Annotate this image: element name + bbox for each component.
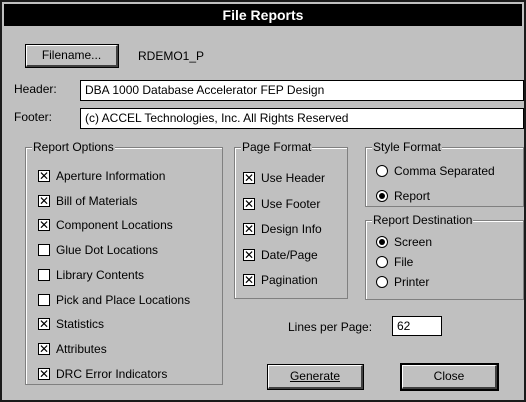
page-format-label[interactable]: Date/Page — [261, 248, 318, 262]
page-format-checkbox[interactable] — [243, 170, 255, 186]
page-format-label[interactable]: Use Footer — [261, 197, 320, 211]
report-option-label[interactable]: Bill of Materials — [56, 194, 137, 208]
page-format-checkbox[interactable] — [243, 272, 255, 288]
page-format-checkbox[interactable] — [243, 221, 255, 237]
report-option-label[interactable]: Statistics — [56, 317, 104, 331]
report-option-checkbox[interactable] — [38, 341, 50, 357]
generate-button[interactable]: Generate — [267, 364, 364, 390]
destination-radio[interactable] — [376, 256, 388, 268]
close-button-label: Close — [433, 369, 465, 383]
report-option-label[interactable]: Pick and Place Locations — [56, 293, 190, 307]
report-destination-title: Report Destination — [372, 213, 474, 227]
close-button[interactable]: Close — [400, 363, 499, 391]
report-option-checkbox[interactable] — [38, 316, 50, 332]
report-option-label[interactable]: DRC Error Indicators — [56, 367, 167, 381]
report-option-checkbox[interactable] — [38, 293, 50, 306]
style-format-radio[interactable] — [376, 190, 388, 202]
style-format-title: Style Format — [372, 140, 443, 154]
report-option-label[interactable]: Aperture Information — [56, 169, 165, 183]
report-option-label[interactable]: Attributes — [56, 342, 107, 356]
filename-value: RDEMO1_P — [138, 49, 205, 63]
page-format-label[interactable]: Pagination — [261, 273, 318, 287]
header-label: Header: — [14, 82, 57, 96]
footer-label: Footer: — [14, 110, 53, 124]
filename-button-label: Filename... — [41, 48, 102, 62]
report-option-checkbox[interactable] — [38, 268, 50, 281]
destination-label[interactable]: File — [394, 255, 413, 269]
page-format-title: Page Format — [241, 140, 313, 154]
report-option-label[interactable]: Glue Dot Locations — [56, 243, 158, 257]
page-format-checkbox[interactable] — [243, 247, 255, 263]
style-format-label[interactable]: Comma Separated — [394, 164, 495, 178]
report-option-label[interactable]: Component Locations — [56, 218, 173, 232]
report-option-checkbox[interactable] — [38, 217, 50, 233]
report-destination-group: Report Destination — [365, 213, 524, 300]
generate-button-label: Generate — [289, 369, 341, 383]
footer-field[interactable]: (c) ACCEL Technologies, Inc. All Rights … — [80, 108, 524, 129]
lines-per-page-label: Lines per Page: — [288, 320, 373, 334]
destination-radio[interactable] — [376, 276, 388, 288]
report-option-label[interactable]: Library Contents — [56, 268, 144, 282]
page-format-label[interactable]: Use Header — [261, 171, 325, 185]
destination-label[interactable]: Printer — [394, 275, 429, 289]
file-reports-dialog: File Reports Filename... RDEMO1_P Header… — [0, 0, 526, 402]
page-format-label[interactable]: Design Info — [261, 222, 322, 236]
style-format-radio[interactable] — [376, 165, 388, 177]
destination-label[interactable]: Screen — [394, 235, 432, 249]
destination-radio[interactable] — [376, 236, 388, 248]
report-options-title: Report Options — [32, 140, 115, 154]
dialog-title: File Reports — [4, 4, 522, 26]
lines-per-page-field[interactable]: 62 — [392, 316, 442, 336]
page-format-checkbox[interactable] — [243, 196, 255, 212]
report-option-checkbox[interactable] — [38, 366, 50, 382]
header-field[interactable]: DBA 1000 Database Accelerator FEP Design — [80, 80, 524, 101]
report-option-checkbox[interactable] — [38, 193, 50, 209]
filename-button[interactable]: Filename... — [25, 44, 119, 68]
report-option-checkbox[interactable] — [38, 244, 50, 257]
report-option-checkbox[interactable] — [38, 168, 50, 184]
style-format-label[interactable]: Report — [394, 189, 430, 203]
